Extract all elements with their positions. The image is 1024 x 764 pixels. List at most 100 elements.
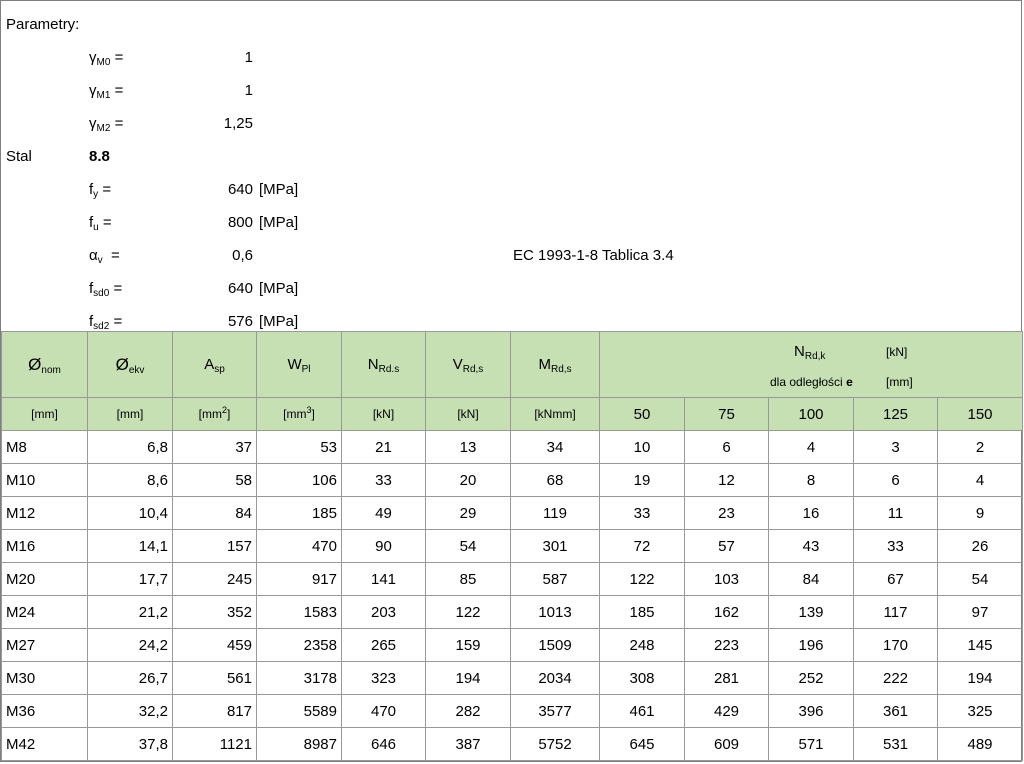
cell-nrd-k-e50[interactable]: 72: [599, 529, 685, 563]
cell-asp[interactable]: 817: [172, 694, 257, 728]
cell-d-ekv[interactable]: 37,8: [87, 727, 173, 761]
cell-nrd-k-e150[interactable]: 97: [936, 595, 1024, 629]
cell-nrd-k-e50[interactable]: 645: [599, 727, 685, 761]
cell-nrd-k-e50[interactable]: 308: [599, 661, 685, 695]
cell-nrd-k-e150[interactable]: 54: [936, 562, 1024, 596]
cell-mrd-s[interactable]: 119: [510, 496, 600, 530]
cell-wpl[interactable]: 2358: [256, 628, 342, 662]
cell-nrd-s[interactable]: 49: [341, 496, 426, 530]
cell-asp[interactable]: 37: [172, 430, 257, 464]
fy-value[interactable]: 640: [191, 181, 253, 199]
cell-nrd-k-e150[interactable]: 2: [936, 430, 1024, 464]
cell-nrd-k-e75[interactable]: 223: [684, 628, 769, 662]
cell-nrd-k-e150[interactable]: 9: [936, 496, 1024, 530]
cell-nrd-k-e75[interactable]: 162: [684, 595, 769, 629]
cell-nrd-k-e150[interactable]: 194: [936, 661, 1024, 695]
cell-nrd-k-e100[interactable]: 571: [768, 727, 854, 761]
cell-vrd-s[interactable]: 54: [425, 529, 511, 563]
cell-wpl[interactable]: 3178: [256, 661, 342, 695]
cell-mrd-s[interactable]: 1509: [510, 628, 600, 662]
cell-bolt-name[interactable]: M27: [1, 628, 88, 662]
cell-nrd-k-e100[interactable]: 4: [768, 430, 854, 464]
cell-bolt-name[interactable]: M10: [1, 463, 88, 497]
cell-nrd-k-e125[interactable]: 11: [853, 496, 938, 530]
cell-wpl[interactable]: 917: [256, 562, 342, 596]
cell-bolt-name[interactable]: M8: [1, 430, 88, 464]
cell-nrd-s[interactable]: 33: [341, 463, 426, 497]
cell-mrd-s[interactable]: 68: [510, 463, 600, 497]
cell-mrd-s[interactable]: 3577: [510, 694, 600, 728]
cell-d-ekv[interactable]: 17,7: [87, 562, 173, 596]
cell-nrd-s[interactable]: 141: [341, 562, 426, 596]
cell-asp[interactable]: 84: [172, 496, 257, 530]
cell-asp[interactable]: 157: [172, 529, 257, 563]
alpha-v-value[interactable]: 0,6: [191, 247, 253, 265]
cell-mrd-s[interactable]: 34: [510, 430, 600, 464]
fsd0-value[interactable]: 640: [191, 280, 253, 298]
cell-bolt-name[interactable]: M16: [1, 529, 88, 563]
cell-wpl[interactable]: 106: [256, 463, 342, 497]
cell-bolt-name[interactable]: M30: [1, 661, 88, 695]
cell-asp[interactable]: 245: [172, 562, 257, 596]
cell-nrd-k-e75[interactable]: 6: [684, 430, 769, 464]
cell-d-ekv[interactable]: 24,2: [87, 628, 173, 662]
cell-nrd-k-e100[interactable]: 16: [768, 496, 854, 530]
cell-vrd-s[interactable]: 194: [425, 661, 511, 695]
cell-d-ekv[interactable]: 8,6: [87, 463, 173, 497]
cell-mrd-s[interactable]: 1013: [510, 595, 600, 629]
cell-nrd-k-e75[interactable]: 609: [684, 727, 769, 761]
cell-nrd-k-e150[interactable]: 489: [936, 727, 1024, 761]
cell-wpl[interactable]: 5589: [256, 694, 342, 728]
cell-nrd-s[interactable]: 90: [341, 529, 426, 563]
cell-nrd-k-e50[interactable]: 10: [599, 430, 685, 464]
cell-d-ekv[interactable]: 21,2: [87, 595, 173, 629]
cell-nrd-k-e50[interactable]: 461: [599, 694, 685, 728]
cell-nrd-k-e125[interactable]: 170: [853, 628, 938, 662]
cell-nrd-k-e150[interactable]: 26: [936, 529, 1024, 563]
cell-vrd-s[interactable]: 85: [425, 562, 511, 596]
cell-wpl[interactable]: 8987: [256, 727, 342, 761]
fu-value[interactable]: 800: [191, 214, 253, 232]
cell-nrd-k-e50[interactable]: 185: [599, 595, 685, 629]
cell-nrd-k-e50[interactable]: 33: [599, 496, 685, 530]
cell-nrd-k-e75[interactable]: 281: [684, 661, 769, 695]
cell-d-ekv[interactable]: 26,7: [87, 661, 173, 695]
cell-asp[interactable]: 58: [172, 463, 257, 497]
cell-d-ekv[interactable]: 10,4: [87, 496, 173, 530]
cell-nrd-k-e50[interactable]: 19: [599, 463, 685, 497]
cell-nrd-s[interactable]: 470: [341, 694, 426, 728]
cell-bolt-name[interactable]: M42: [1, 727, 88, 761]
cell-wpl[interactable]: 470: [256, 529, 342, 563]
cell-wpl[interactable]: 185: [256, 496, 342, 530]
cell-mrd-s[interactable]: 2034: [510, 661, 600, 695]
cell-nrd-k-e100[interactable]: 139: [768, 595, 854, 629]
cell-mrd-s[interactable]: 587: [510, 562, 600, 596]
cell-nrd-k-e75[interactable]: 103: [684, 562, 769, 596]
cell-bolt-name[interactable]: M36: [1, 694, 88, 728]
cell-nrd-s[interactable]: 203: [341, 595, 426, 629]
cell-nrd-s[interactable]: 323: [341, 661, 426, 695]
cell-vrd-s[interactable]: 29: [425, 496, 511, 530]
cell-vrd-s[interactable]: 282: [425, 694, 511, 728]
cell-bolt-name[interactable]: M20: [1, 562, 88, 596]
gamma-m1-value[interactable]: 1: [191, 82, 253, 100]
cell-nrd-k-e125[interactable]: 6: [853, 463, 938, 497]
cell-d-ekv[interactable]: 32,2: [87, 694, 173, 728]
cell-vrd-s[interactable]: 387: [425, 727, 511, 761]
cell-asp[interactable]: 459: [172, 628, 257, 662]
cell-nrd-k-e100[interactable]: 8: [768, 463, 854, 497]
cell-nrd-k-e75[interactable]: 57: [684, 529, 769, 563]
cell-vrd-s[interactable]: 122: [425, 595, 511, 629]
cell-nrd-k-e150[interactable]: 145: [936, 628, 1024, 662]
steel-grade[interactable]: 8.8: [89, 148, 110, 166]
gamma-m2-value[interactable]: 1,25: [191, 115, 253, 133]
gamma-m0-value[interactable]: 1: [191, 49, 253, 67]
cell-nrd-k-e125[interactable]: 361: [853, 694, 938, 728]
cell-nrd-s[interactable]: 265: [341, 628, 426, 662]
cell-vrd-s[interactable]: 20: [425, 463, 511, 497]
cell-nrd-s[interactable]: 646: [341, 727, 426, 761]
cell-nrd-k-e75[interactable]: 23: [684, 496, 769, 530]
cell-nrd-k-e125[interactable]: 531: [853, 727, 938, 761]
cell-nrd-k-e125[interactable]: 117: [853, 595, 938, 629]
cell-mrd-s[interactable]: 301: [510, 529, 600, 563]
